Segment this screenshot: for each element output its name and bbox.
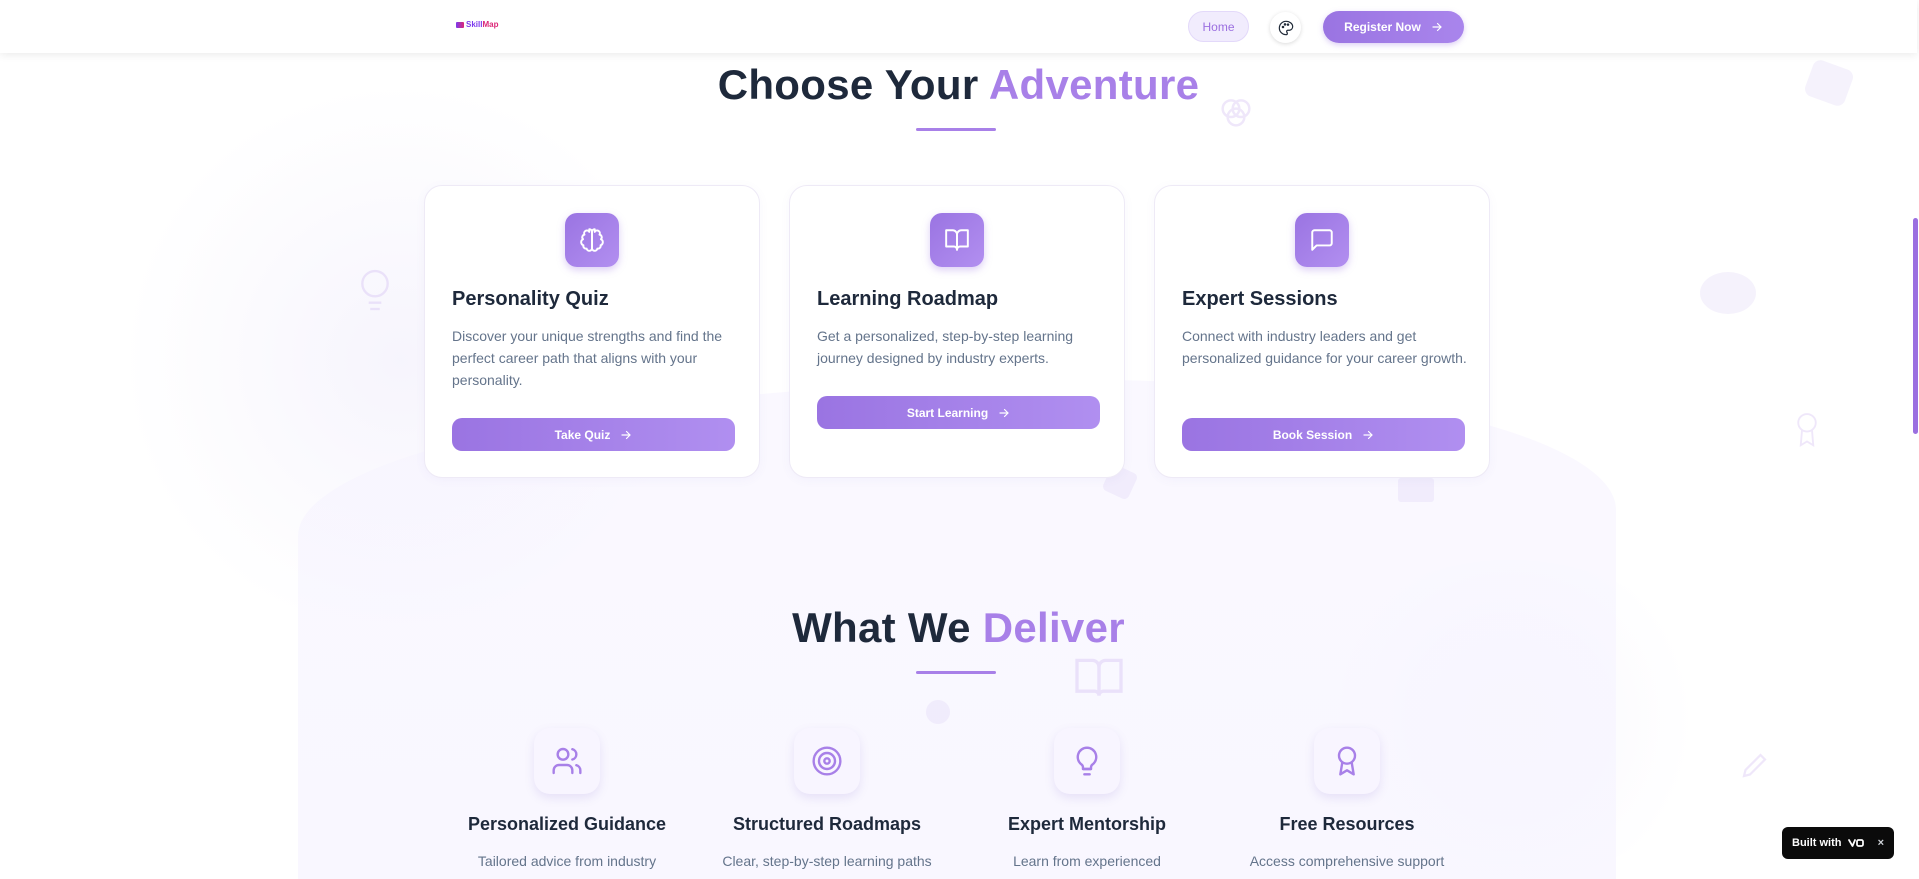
take-quiz-button[interactable]: Take Quiz [452, 418, 735, 451]
users-icon [552, 747, 582, 775]
card-icon-badge [1295, 213, 1349, 267]
nav-home-link[interactable]: Home [1188, 11, 1249, 42]
deliver-title-main: What We [792, 604, 983, 651]
feature-expert-mentorship: Expert Mentorship Learn from experienced [967, 728, 1207, 869]
start-learning-label: Start Learning [906, 405, 989, 420]
deliver-title-accent: Deliver [982, 604, 1125, 651]
deliver-section-title: What We Deliver [0, 604, 1917, 652]
chat-bubble-icon [1311, 229, 1333, 251]
card-description: Discover your unique strengths and find … [452, 328, 723, 388]
lightbulb-icon [1076, 746, 1098, 776]
bg-shape-blob [1700, 272, 1756, 314]
page-scrollbar-thumb[interactable] [1913, 218, 1918, 434]
feature-icon-badge [794, 728, 860, 794]
bg-pen-icon [1742, 753, 1767, 778]
bg-shape-dot [926, 700, 950, 724]
card-learning-roadmap: Learning Roadmap Get a personalized, ste… [789, 185, 1125, 478]
top-navigation-bar: SkillMap Home Register Now [0, 0, 1917, 53]
book-session-button[interactable]: Book Session [1182, 418, 1465, 451]
brain-icon [580, 228, 604, 252]
arrow-right-icon [999, 408, 1009, 417]
register-now-button[interactable]: Register Now [1323, 11, 1464, 43]
adventure-title-main: Choose Your [717, 61, 989, 108]
feature-description: Clear, step-by-step learning paths [722, 853, 932, 869]
adventure-section-title: Choose Your Adventure [0, 61, 1917, 109]
register-now-label: Register Now [1344, 20, 1421, 34]
built-with-label: Built with [1792, 837, 1842, 849]
card-title: Expert Sessions [1182, 288, 1338, 310]
take-quiz-label: Take Quiz [554, 427, 611, 442]
feature-title: Personalized Guidance [467, 814, 667, 834]
card-description: Get a personalized, step-by-step learnin… [817, 328, 1074, 366]
logo-text-suffix: Map [482, 20, 499, 29]
book-session-label: Book Session [1272, 427, 1353, 442]
feature-structured-roadmaps: Structured Roadmaps Clear, step-by-step … [707, 728, 947, 869]
feature-free-resources: Free Resources Access comprehensive supp… [1227, 728, 1467, 869]
feature-title: Free Resources [1279, 814, 1415, 834]
feature-icon-badge [534, 728, 600, 794]
card-icon-badge [930, 213, 984, 267]
award-icon [1337, 746, 1357, 776]
theme-toggle-button[interactable] [1270, 12, 1301, 43]
feature-personalized-guidance: Personalized Guidance Tailored advice fr… [447, 728, 687, 869]
card-icon-badge [565, 213, 619, 267]
arrow-right-icon [1432, 22, 1442, 32]
card-description: Connect with industry leaders and get pe… [1182, 328, 1467, 366]
palette-icon [1278, 20, 1293, 35]
logo-mark-icon [456, 21, 464, 28]
adventure-title-underline [916, 128, 996, 131]
start-learning-button[interactable]: Start Learning [817, 396, 1100, 429]
feature-description: Tailored advice from industry [477, 853, 657, 869]
built-with-badge[interactable]: Built with × [1782, 827, 1894, 859]
adventure-title-accent: Adventure [988, 61, 1200, 108]
feature-description: Access comprehensive support [1249, 853, 1445, 869]
arrow-right-icon [1363, 430, 1373, 439]
bg-book-icon [1075, 658, 1123, 696]
open-book-icon [945, 229, 969, 251]
v0-logo-icon [1847, 839, 1864, 847]
bg-lightbulb-icon [361, 269, 389, 311]
card-personality-quiz: Personality Quiz Discover your unique st… [424, 185, 760, 478]
feature-icon-badge [1314, 728, 1380, 794]
logo[interactable]: SkillMap [456, 20, 498, 29]
feature-title: Structured Roadmaps [732, 814, 922, 834]
logo-text-prefix: Skill [466, 20, 483, 29]
feature-description: Learn from experienced [1013, 853, 1161, 869]
feature-icon-badge [1054, 728, 1120, 794]
card-expert-sessions: Expert Sessions Connect with industry le… [1154, 185, 1490, 478]
target-icon [812, 746, 842, 776]
card-title: Learning Roadmap [817, 288, 999, 310]
card-title: Personality Quiz [452, 288, 609, 310]
bg-shape-card [1398, 478, 1434, 502]
badge-close-button[interactable]: × [1878, 837, 1884, 849]
bg-award-icon [1797, 413, 1817, 447]
arrow-right-icon [621, 430, 631, 439]
feature-title: Expert Mentorship [1007, 814, 1167, 834]
deliver-title-underline [916, 671, 996, 674]
